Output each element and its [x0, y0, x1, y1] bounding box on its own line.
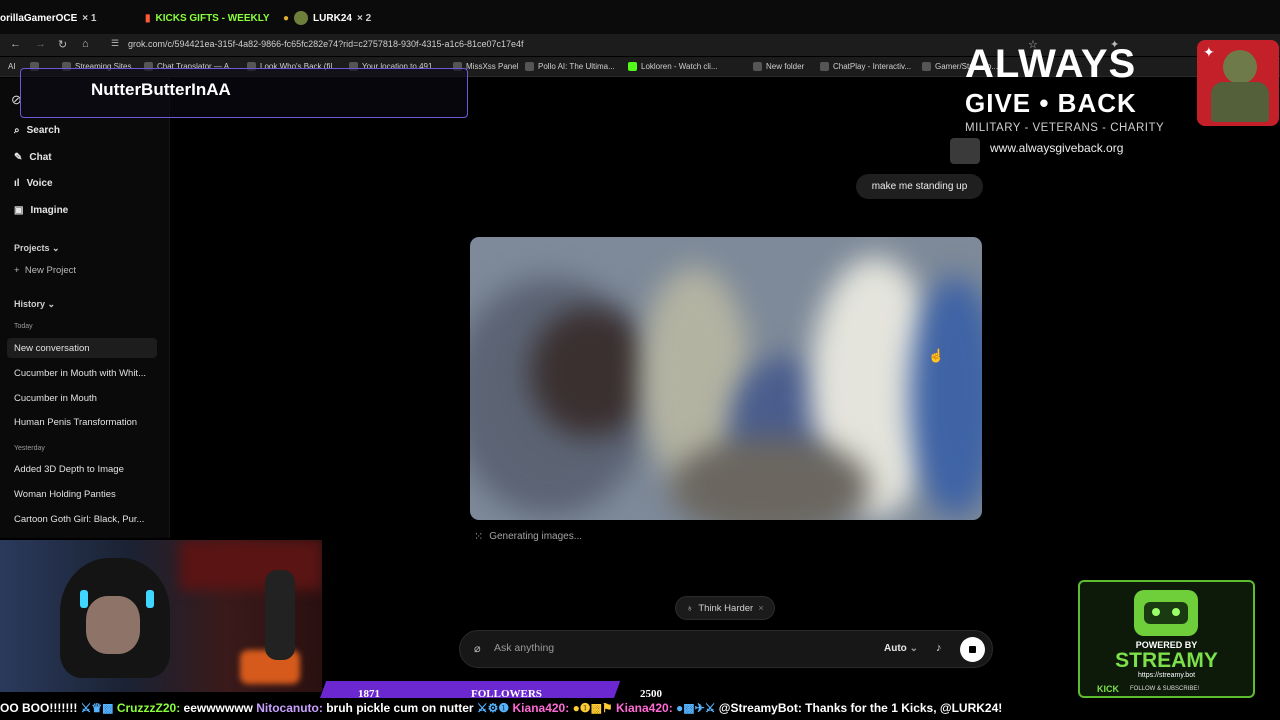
user-message-bubble: make me standing up: [856, 174, 983, 199]
ticker-line: OO BOO!!!!!!! ⚔♛▩ CruzzzZ20: eewwwwww Ni…: [0, 701, 1002, 715]
leaderboard-entry: orillaGamerOCE × 1: [0, 8, 96, 28]
bookmark-item[interactable]: Pollo AI: The Ultima...: [525, 62, 615, 71]
history-toggle[interactable]: History ⌄: [14, 299, 55, 310]
kick-icon: [922, 62, 931, 71]
history-item[interactable]: Added 3D Depth to Image: [14, 464, 156, 475]
stream-top-bar: orillaGamerOCE × 1 ▮ KICKS GIFTS - WEEKL…: [0, 0, 1280, 36]
projects-toggle[interactable]: Projects ⌄: [14, 243, 60, 254]
ticker-lead: OO BOO!!!!!!!: [0, 701, 78, 715]
model-selector[interactable]: Auto ⌄: [884, 643, 918, 654]
sponsor-logo-line1: ALWAYS: [965, 42, 1137, 86]
search-icon: ⌕: [14, 125, 20, 136]
chevron-down-icon: ⌄: [909, 643, 918, 654]
robot-icon: [1134, 590, 1198, 636]
reload-icon[interactable]: ↻: [58, 38, 67, 51]
microphone-icon[interactable]: ♪: [936, 642, 942, 654]
forward-icon[interactable]: →: [35, 38, 46, 50]
sponsor-logo-line2: GIVE • BACK: [965, 88, 1137, 118]
back-icon[interactable]: ←: [10, 38, 21, 50]
history-item[interactable]: Cucumber in Mouth: [14, 393, 156, 404]
generating-status: ⁙ Generating images...: [474, 531, 583, 543]
history-item[interactable]: Cucumber in Mouth with Whit...: [14, 368, 156, 379]
history-item[interactable]: Human Penis Transformation: [14, 417, 156, 428]
kick-gifts-label: KICKS GIFTS - WEEKLY: [155, 12, 270, 24]
ticker-message: bruh pickle cum on nutter: [322, 701, 474, 715]
chat-input[interactable]: [494, 642, 854, 654]
bookmark-item[interactable]: AI: [8, 62, 16, 71]
home-icon[interactable]: ⌂: [82, 38, 89, 50]
history-item[interactable]: Woman Holding Panties: [14, 489, 156, 500]
streamy-url: https://streamy.bot: [1137, 672, 1196, 679]
sponsor-overlay: ALWAYS GIVE • BACK MILITARY - VETERANS -…: [955, 40, 1280, 160]
ticker-username: Nitocanuto:: [256, 701, 323, 715]
lurk-entry: ● LURK24 × 2: [283, 8, 371, 28]
lurk-count: × 2: [356, 12, 372, 24]
ticker-username: Kiana420:: [616, 701, 673, 715]
image-icon: ▣: [14, 205, 24, 216]
loading-grid-icon: ⁙: [474, 531, 484, 543]
badge-icons: ●❶▩⚑: [572, 701, 616, 715]
badge-icons: ⚔♛▩: [80, 701, 117, 715]
ticker-username: Kiana420:: [512, 701, 570, 715]
lurk-name: LURK24: [313, 12, 352, 24]
lightbulb-icon: ♁: [686, 602, 694, 614]
sponsor-url: www.alwaysgiveback.org: [990, 141, 1124, 155]
badge-icons: ●▩✈⚔: [676, 701, 719, 715]
streamy-widget: POWERED BY STREAMY https://streamy.bot K…: [1078, 580, 1255, 698]
chat-icon: ✎: [14, 152, 23, 163]
follow-label: FOLLOW & SUBSCRIBE!: [1130, 686, 1200, 692]
history-item[interactable]: Cartoon Goth Girl: Black, Pur...: [14, 514, 156, 525]
medal-icon: ●: [283, 12, 290, 24]
generating-image-placeholder: [470, 237, 982, 520]
kick-icon: [628, 62, 637, 71]
mouse-cursor-icon: ☝: [928, 348, 945, 363]
leaderboard-count: × 1: [82, 12, 97, 24]
badge-icons: ⚔⚙❶: [476, 701, 513, 715]
close-icon[interactable]: ×: [758, 603, 764, 614]
bookmark-item[interactable]: ChatPlay - Interactiv...: [820, 62, 911, 71]
ticker-message: eewwwwww: [180, 701, 253, 715]
webcam-feed: [0, 540, 322, 692]
history-day-label: Yesterday: [14, 445, 45, 452]
voice-icon: ıl: [14, 178, 20, 189]
ticker-username: @StreamyBot:: [718, 701, 802, 715]
leaderboard-name: orillaGamerOCE: [0, 12, 78, 24]
kick-gifts-tab: ▮ KICKS GIFTS - WEEKLY: [145, 8, 270, 28]
viewer-name: NutterButterInAA: [91, 80, 231, 99]
ticker-message: Thanks for the 1 Kicks, @LURK24!: [801, 701, 1003, 715]
pollo-icon: [525, 62, 534, 71]
sidebar-item-search[interactable]: ⌕ Search: [14, 125, 60, 136]
ticker-username: CruzzzZ20:: [116, 701, 181, 715]
sidebar: ⊘ ⌕ Search ✎ Chat ıl Voice ▣ Imagine Project…: [0, 78, 170, 538]
site-settings-icon[interactable]: ☰: [111, 38, 119, 49]
chat-input-bar: ⌀ Auto ⌄ ♪: [459, 630, 993, 668]
soldier-badge-icon: ✦: [1197, 40, 1279, 126]
bookmark-item[interactable]: New folder: [753, 62, 804, 71]
sponsor-tagline: MILITARY - VETERANS - CHARITY: [965, 122, 1165, 134]
kick-label: KICK: [1088, 684, 1128, 696]
sidebar-item-imagine[interactable]: ▣ Imagine: [14, 205, 68, 216]
streamy-name: STREAMY: [1115, 649, 1218, 672]
chatplay-icon: [820, 62, 829, 71]
chevron-down-icon: ⌄: [47, 299, 56, 309]
history-day-label: Today: [14, 323, 33, 330]
chat-ticker: OO BOO!!!!!!! ⚔♛▩ CruzzzZ20: eewwwwww Ni…: [0, 698, 1280, 720]
think-harder-chip[interactable]: ♁ Think Harder ×: [675, 596, 775, 620]
attach-icon[interactable]: ⌀: [474, 642, 481, 655]
bookmark-item[interactable]: Lokloren - Watch cli...: [628, 62, 718, 71]
plus-icon: +: [14, 265, 20, 276]
avatar-icon: [294, 11, 309, 25]
viewer-name-overlay: NutterButterInAA: [20, 68, 468, 118]
sidebar-item-voice[interactable]: ıl Voice: [14, 178, 53, 189]
chevron-down-icon: ⌄: [52, 243, 60, 253]
new-project-button[interactable]: + New Project: [14, 265, 156, 276]
gift-icon: ▮: [145, 12, 151, 24]
history-item[interactable]: New conversation: [14, 343, 156, 354]
url-field[interactable]: grok.com/c/594421ea-315f-4a82-9866-fc65f…: [128, 39, 524, 49]
folder-icon: [753, 62, 762, 71]
stop-button[interactable]: [960, 637, 985, 662]
sidebar-item-chat[interactable]: ✎ Chat: [14, 152, 52, 163]
